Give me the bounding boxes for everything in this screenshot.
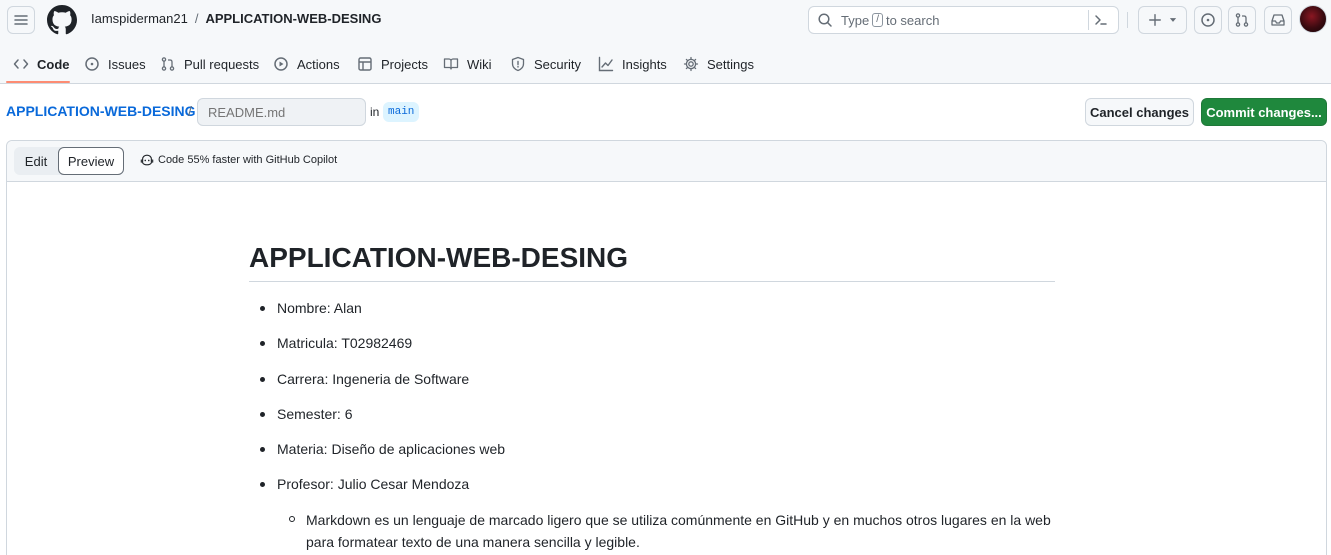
repo-root-link[interactable]: APPLICATION-WEB-DESING — [6, 103, 196, 119]
create-new-button[interactable] — [1138, 6, 1187, 34]
terminal-icon — [1094, 15, 1107, 25]
list-item: Carrera: Ingeneria de Software — [259, 371, 470, 387]
tab-issues-label: Issues — [108, 56, 146, 72]
issues-button[interactable] — [1194, 6, 1222, 34]
tab-pull-requests-label: Pull requests — [184, 56, 260, 72]
sub-list-item: Markdown es un lenguaje de marcado liger… — [289, 509, 1066, 553]
command-palette-button[interactable] — [1088, 10, 1112, 30]
breadcrumb-separator: / — [194, 11, 199, 26]
plus-icon — [1148, 14, 1161, 26]
editor-mode-tabs: Edit Preview — [14, 147, 124, 175]
owner-link[interactable]: Iamspiderman21 — [91, 11, 188, 26]
tab-code[interactable]: Code — [13, 44, 70, 84]
list-item: Materia: Diseño de aplicaciones web — [259, 441, 506, 457]
pull-requests-button[interactable] — [1228, 6, 1256, 34]
git-pull-request-icon — [1235, 13, 1249, 27]
header-divider — [1127, 12, 1128, 28]
list-item: Semester: 6 — [259, 406, 353, 422]
tab-edit[interactable]: Edit — [14, 147, 58, 175]
github-logo-icon[interactable] — [47, 5, 77, 35]
list-item: Matricula: T02982469 — [259, 335, 413, 351]
inbox-icon — [1271, 14, 1285, 26]
tab-code-label: Code — [37, 56, 70, 72]
copilot-icon — [140, 154, 154, 166]
hamburger-icon — [14, 15, 28, 25]
issue-opened-icon — [1201, 13, 1215, 27]
inbox-button[interactable] — [1264, 6, 1292, 34]
list-item: Profesor: Julio Cesar Mendoza — [259, 476, 470, 492]
issue-opened-icon — [85, 57, 99, 71]
avatar[interactable] — [1299, 5, 1327, 33]
menu-button[interactable] — [7, 6, 35, 34]
git-pull-request-icon — [161, 57, 175, 71]
path-separator: / — [188, 103, 192, 119]
tab-pull-requests[interactable]: Pull requests — [160, 44, 259, 84]
commit-changes-button[interactable]: Commit changes... — [1201, 98, 1327, 126]
tab-preview[interactable]: Preview — [58, 147, 124, 175]
list-item: Nombre: Alan — [260, 300, 362, 316]
triangle-down-icon — [1169, 18, 1176, 22]
cancel-changes-button[interactable]: Cancel changes — [1085, 98, 1194, 126]
active-tab-indicator — [6, 81, 70, 83]
readme-list: Nombre: Alan Matricula: T02982469 Carrer… — [249, 0, 1079, 555]
code-icon — [13, 59, 29, 69]
tab-issues[interactable]: Issues — [84, 44, 146, 84]
